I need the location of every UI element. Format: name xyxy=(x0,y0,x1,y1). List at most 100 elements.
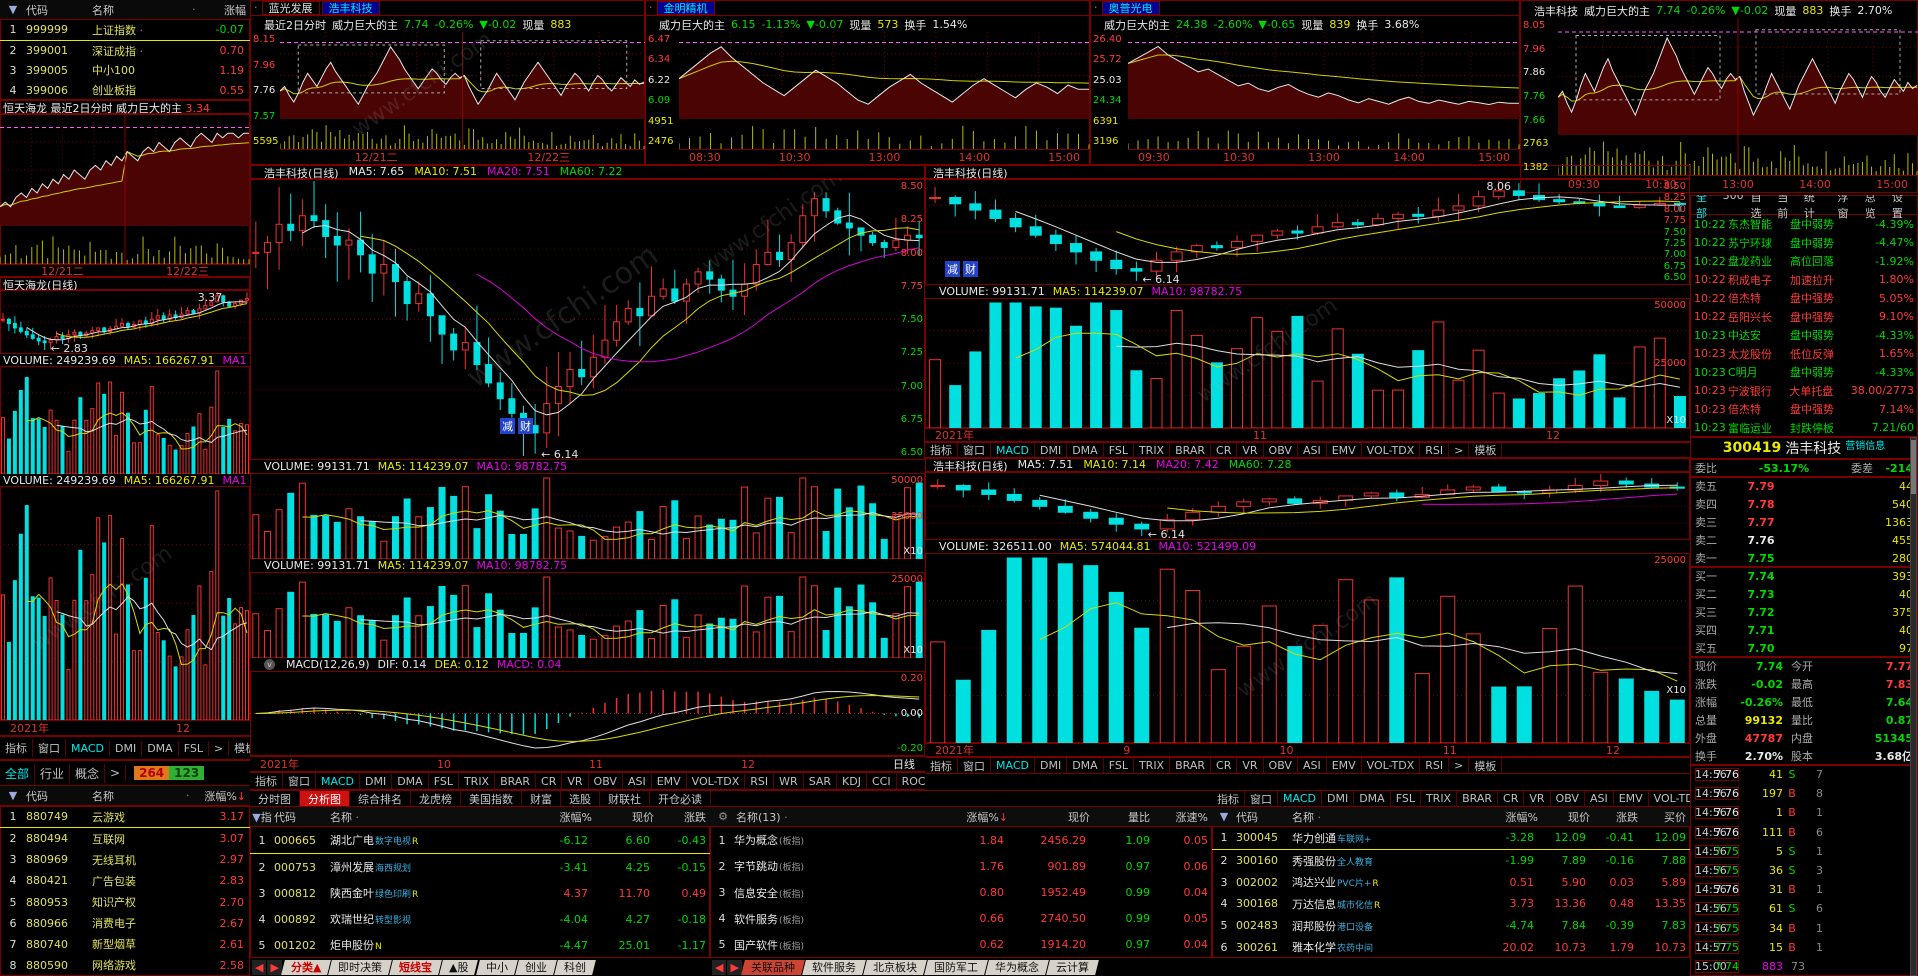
indicator-button[interactable]: MACD xyxy=(1278,791,1322,806)
view-tab[interactable]: 选股 xyxy=(561,791,600,806)
indicator-button[interactable]: TRIX xyxy=(1421,791,1458,806)
stock-name[interactable]: 浩丰科技 xyxy=(1534,3,1578,19)
indicator-button[interactable]: FSL xyxy=(1104,758,1134,773)
buy-level[interactable]: 买五 7.70 97 xyxy=(1690,639,1918,657)
tick-row[interactable]: 14:56 7.76 41 S 7 xyxy=(1690,765,1918,784)
dot-icon[interactable]: · xyxy=(254,1,258,14)
indicator-button[interactable]: BRAR xyxy=(1170,758,1212,773)
tick-row[interactable]: 14:56 7.75 5 S 1 xyxy=(1690,842,1918,861)
main-macd-chart[interactable] xyxy=(250,671,925,756)
indicator-button[interactable]: > xyxy=(209,740,230,756)
right-chart2-kline[interactable]: ← 6.14 xyxy=(925,472,1690,540)
index-row[interactable]: 3 399005 中小100 1.19 xyxy=(0,61,250,81)
buy-level[interactable]: 买二 7.73 40 xyxy=(1690,585,1918,603)
tick-row[interactable]: 14:56 7.76 111 B 6 xyxy=(1690,823,1918,842)
view-tab[interactable]: 美国指数 xyxy=(461,791,522,806)
view-tab[interactable]: 财富 xyxy=(522,791,561,806)
indicator-button[interactable]: VR xyxy=(1237,758,1264,773)
alert-row[interactable]: 10:22 东杰智能 盘中弱势 -4.39% xyxy=(1690,215,1918,234)
sort-arrow-icon[interactable]: ▼ xyxy=(0,3,26,16)
scrollbar[interactable] xyxy=(1910,437,1917,976)
footer-tab[interactable]: 中小 xyxy=(476,960,518,975)
alert-row[interactable]: 10:23 C明月 盘中弱势 -4.33% xyxy=(1690,363,1918,382)
sector-row[interactable]: 1 880749 云游戏 3.17 xyxy=(0,806,250,829)
indicator-button[interactable]: 指标 xyxy=(925,443,958,457)
alert-row[interactable]: 10:23 富临运业 封跌停板 7.21/60 xyxy=(1690,419,1918,438)
index-row[interactable]: 1 999999 上证指数 · -0.07 xyxy=(0,20,250,41)
indicator-button[interactable]: 窗口 xyxy=(958,443,991,457)
tab-languangfazhan[interactable]: 蓝光发展 xyxy=(261,0,320,15)
scroll-right-icon[interactable]: ▶ xyxy=(267,960,282,975)
indicator-button[interactable]: RSI xyxy=(1420,758,1450,773)
concept-row[interactable]: 1 华为概念(板指) 1.84 2456.29 1.09 0.05 xyxy=(710,827,1212,853)
indicator-button[interactable]: VOL-TDX xyxy=(1362,443,1421,457)
stock-name[interactable]: 浩丰科技 xyxy=(1785,438,1841,458)
indicator-button[interactable]: 窗口 xyxy=(1245,791,1278,806)
indicator-button[interactable]: TRIX xyxy=(1134,758,1171,773)
footer-tab[interactable]: 科创 xyxy=(554,960,596,975)
indicator-button[interactable]: MACD xyxy=(991,758,1035,773)
indicator-button[interactable]: > xyxy=(1449,758,1470,773)
footer-tab[interactable]: 软件服务 xyxy=(802,960,866,975)
indicator-button[interactable]: DMA xyxy=(1067,443,1104,457)
stock-code[interactable]: 300419 xyxy=(1723,440,1781,456)
left-minute-stock[interactable]: 恒天海龙 xyxy=(3,102,47,114)
concept-row[interactable]: 4 软件服务(板指) 0.66 2740.50 0.99 0.05 xyxy=(710,906,1212,932)
footer-tab[interactable]: 分类▲ xyxy=(281,960,332,975)
filter-all[interactable]: 全部 xyxy=(0,763,36,783)
tab-haofengkeji[interactable]: 浩丰科技 xyxy=(321,0,380,15)
minute-chart[interactable] xyxy=(1128,32,1520,149)
footer-tab[interactable]: 即时决策 xyxy=(328,960,393,975)
stock-row[interactable]: 5 001202 炬申股份N -4.47 25.01 -1.17 xyxy=(250,932,710,958)
indicator-button[interactable]: > xyxy=(1449,443,1470,457)
indicator-button[interactable]: TRIX xyxy=(459,773,496,789)
sell-level[interactable]: 卖一 7.75 280 xyxy=(1690,549,1918,567)
main-chart-title[interactable]: 浩丰科技(日线) xyxy=(264,165,339,179)
stock-row[interactable]: 4 300168 万达信息城市化信R 3.73 13.36 0.48 13.35 xyxy=(1212,893,1690,915)
col-code[interactable]: 代码 xyxy=(26,2,92,18)
buy-level[interactable]: 买三 7.72 375 xyxy=(1690,603,1918,621)
indicator-button[interactable]: OBV xyxy=(1264,758,1298,773)
left-vol2-chart[interactable]: www.cfchi.com xyxy=(0,486,250,720)
view-tab[interactable]: 分析图 xyxy=(300,791,350,806)
indicator-button[interactable]: TRIX xyxy=(1134,443,1171,457)
tab-jinmingjingji[interactable]: 金明精机 xyxy=(656,0,715,15)
stock-row[interactable]: 1 000665 湖北广电数字电视R -6.12 6.60 -0.43 xyxy=(250,827,710,854)
indicator-button[interactable]: 指标 xyxy=(250,773,283,789)
sector-row[interactable]: 8 880590 网络游戏 2.58 xyxy=(0,955,250,976)
footer-tab[interactable]: 短线宝 xyxy=(389,960,443,975)
indicator-button[interactable]: 模板 xyxy=(1469,758,1503,773)
indicator-button[interactable]: DMI xyxy=(1035,443,1068,457)
sector-row[interactable]: 2 880494 互联网 3.07 xyxy=(0,828,250,849)
indicator-button[interactable]: MACD xyxy=(991,443,1035,457)
tick-row[interactable]: 15:00 7.74 883 73 xyxy=(1690,957,1918,976)
indicator-button[interactable]: EMV xyxy=(1614,791,1649,806)
indicator-button[interactable]: EMV xyxy=(652,773,687,789)
indicator-button[interactable]: DMI xyxy=(1322,791,1355,806)
scroll-left-icon[interactable]: ◀ xyxy=(712,960,727,975)
main-kline-chart[interactable]: www.cfchi.com www.cfchi.com 减 财 ← 6.14 xyxy=(250,179,925,460)
indicator-button[interactable]: CCI xyxy=(867,773,897,789)
indicator-button[interactable]: ASI xyxy=(1298,443,1327,457)
indicator-button[interactable]: DMI xyxy=(360,773,393,789)
indicator-button[interactable]: OBV xyxy=(589,773,623,789)
right-chart2-vol[interactable]: www.cfchi.com xyxy=(925,553,1690,743)
indicator-button[interactable]: 模板 xyxy=(229,739,250,757)
indicator-button[interactable]: CR xyxy=(1211,443,1238,457)
view-tab[interactable]: 分时图 xyxy=(250,791,300,806)
main-vol1-chart[interactable] xyxy=(250,473,925,559)
tick-row[interactable]: 14:57 7.75 15 B 1 xyxy=(1690,938,1918,957)
indicator-button[interactable]: VR xyxy=(1524,791,1551,806)
indicator-button[interactable]: ASI xyxy=(623,773,652,789)
view-tab[interactable]: 综合排名 xyxy=(350,791,411,806)
indicator-button[interactable]: OBV xyxy=(1551,791,1585,806)
indicator-button[interactable]: OBV xyxy=(1264,443,1298,457)
footer-tab[interactable]: 华为概念 xyxy=(985,960,1049,975)
footer-tab[interactable]: 创业 xyxy=(515,960,557,975)
indicator-button[interactable]: CR xyxy=(536,773,563,789)
concept-row[interactable]: 3 信息安全(板指) 0.80 1952.49 0.99 0.04 xyxy=(710,879,1212,905)
indicator-button[interactable]: DMA xyxy=(142,740,179,756)
concept-row[interactable]: 5 国产软件(板指) 0.62 1914.20 0.97 0.04 xyxy=(710,932,1212,958)
alert-row[interactable]: 10:23 宁波银行 大单托盘 38.00/2773 xyxy=(1690,382,1918,401)
indicator-button[interactable]: WR xyxy=(774,773,804,789)
